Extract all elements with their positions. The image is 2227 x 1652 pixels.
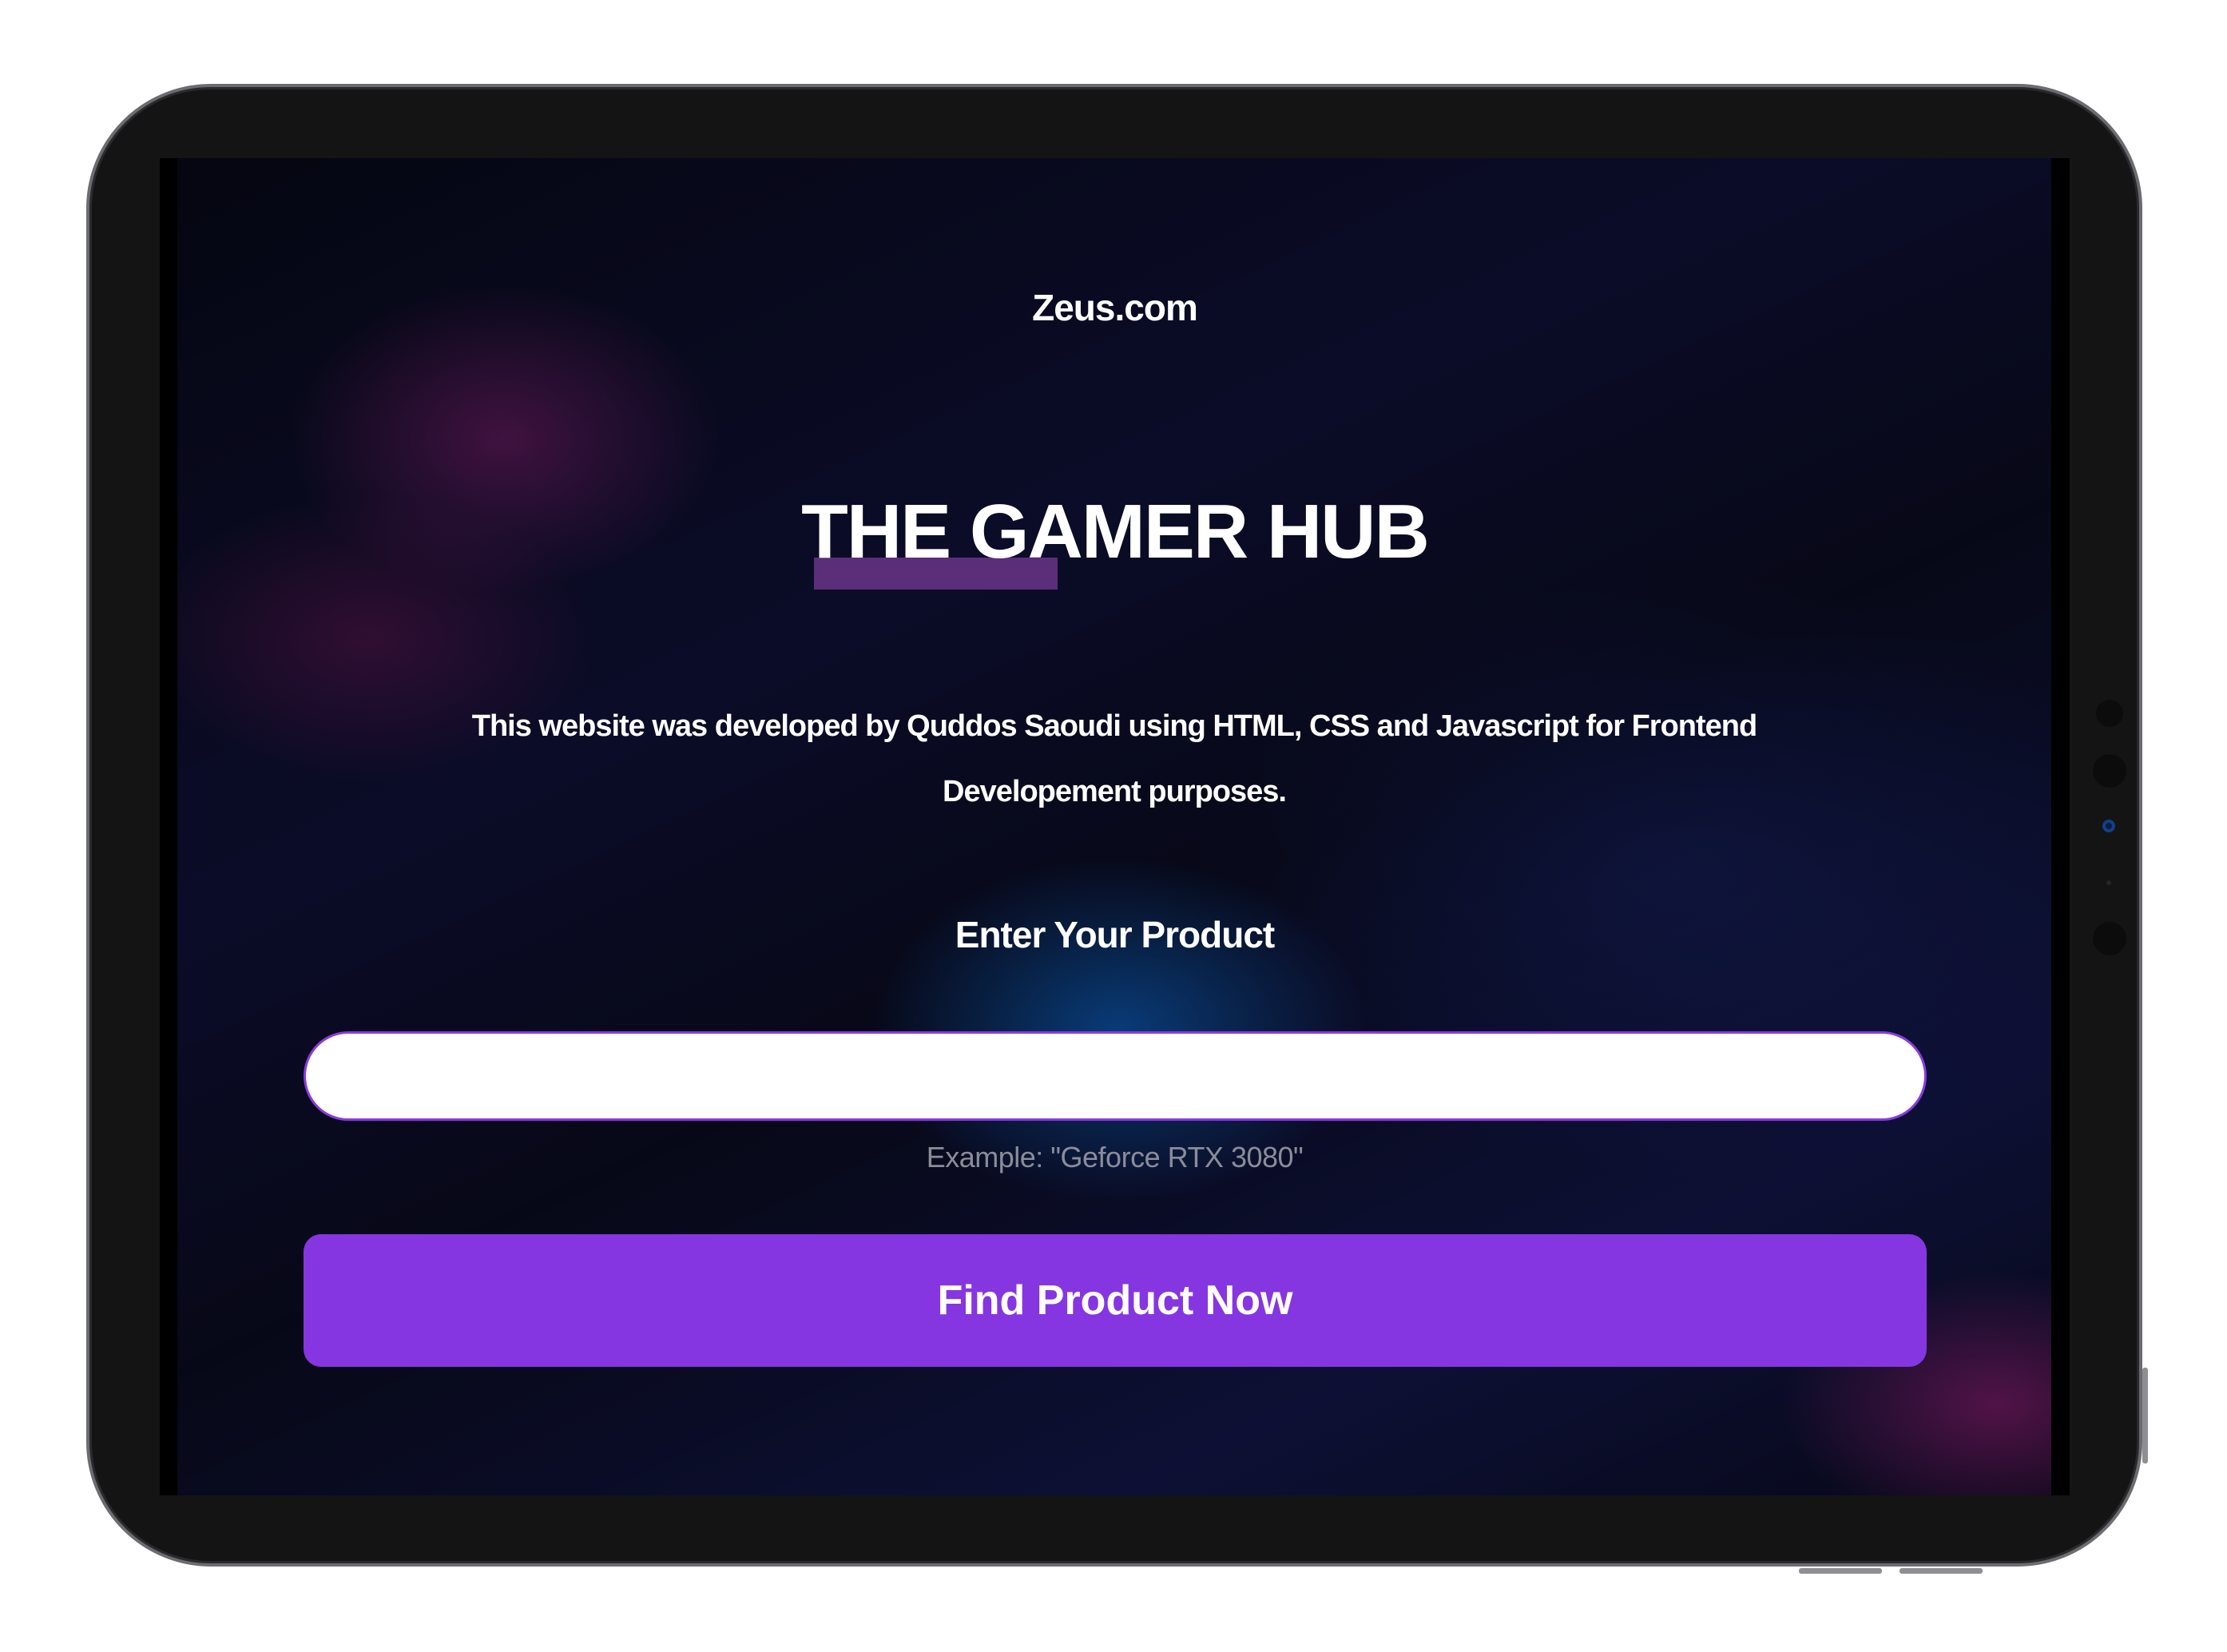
sensor-dot (2106, 880, 2111, 885)
side-button (2142, 1368, 2148, 1463)
site-brand[interactable]: Zeus.com (160, 286, 2070, 329)
web-page: Zeus.com THE GAMER HUB This website was … (160, 158, 2070, 1495)
sensor-dot (2093, 754, 2126, 788)
site-description: This website was developed by Quddos Sao… (471, 709, 1757, 808)
sensor-dot (2096, 700, 2123, 727)
screen-bezel-edge (2051, 158, 2070, 1495)
hero-title-wrap: THE GAMER HUB (160, 494, 2070, 570)
volume-down-button (1900, 1568, 1983, 1574)
camera-icon (2102, 820, 2115, 832)
sensor-dot (2093, 922, 2126, 955)
screen-bezel-edge (160, 158, 177, 1495)
page-title: THE GAMER HUB (801, 489, 1430, 574)
volume-up-button (1799, 1568, 1882, 1574)
find-product-button[interactable]: Find Product Now (304, 1234, 1927, 1367)
product-search-input[interactable] (304, 1031, 1927, 1121)
input-example-hint: Example: "Geforce RTX 3080" (926, 1141, 1304, 1173)
product-field-label: Enter Your Product (955, 914, 1275, 955)
